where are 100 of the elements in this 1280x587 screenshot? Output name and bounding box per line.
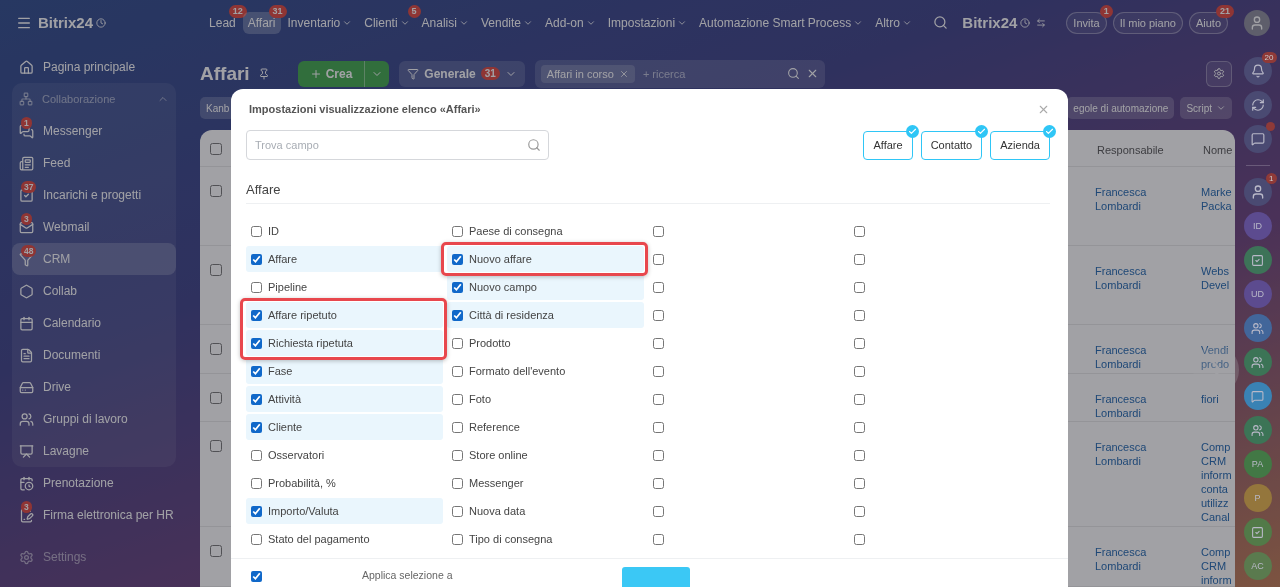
nav-tab[interactable]: Impostazioni: [602, 11, 693, 34]
responsible-link[interactable]: Francesca Lombardi: [1095, 185, 1201, 245]
field-checkbox[interactable]: [452, 365, 463, 377]
sidebar-item[interactable]: Documenti: [12, 339, 176, 371]
field-option[interactable]: Formato dell'evento: [447, 358, 644, 384]
field-checkbox[interactable]: [251, 477, 262, 489]
swap-icon[interactable]: [1036, 17, 1047, 28]
field-checkbox[interactable]: [854, 533, 865, 545]
task-avatar[interactable]: [1243, 518, 1272, 546]
field-checkbox[interactable]: [653, 225, 664, 237]
field-checkbox[interactable]: [854, 505, 865, 517]
column-header[interactable]: Responsabile: [1097, 143, 1203, 166]
field-checkbox[interactable]: [452, 533, 463, 545]
field-checkbox[interactable]: [452, 393, 463, 405]
nav-tab[interactable]: Automazione Smart Process: [694, 11, 869, 34]
deal-name-text[interactable]: Comp CRM inform conta utilizz Canal: [1201, 440, 1233, 524]
task-avatar[interactable]: [1243, 246, 1272, 274]
field-checkbox[interactable]: [452, 225, 463, 237]
contact-avatar[interactable]: PA: [1243, 450, 1272, 478]
entity-toggle[interactable]: Contatto: [920, 130, 983, 160]
field-checkbox[interactable]: [854, 393, 865, 405]
field-option[interactable]: Affare ripetuto: [246, 302, 443, 328]
notifications-button[interactable]: [1243, 57, 1272, 85]
group-avatar[interactable]: [1243, 416, 1272, 444]
field-search-input[interactable]: Trova campo: [246, 130, 549, 160]
field-option[interactable]: Nuovo affare: [447, 246, 644, 272]
entity-toggle[interactable]: Azienda: [990, 130, 1050, 160]
field-checkbox[interactable]: [854, 281, 865, 293]
close-icon[interactable]: [618, 68, 629, 79]
search-icon[interactable]: [933, 15, 949, 30]
field-option[interactable]: Tipo di consegna: [447, 526, 644, 552]
user-avatar[interactable]: [1244, 9, 1270, 36]
field-checkbox[interactable]: [854, 449, 865, 461]
field-checkbox[interactable]: [653, 337, 664, 349]
field-option[interactable]: Prodotto: [447, 330, 644, 356]
field-checkbox[interactable]: [251, 365, 262, 377]
sidebar-item[interactable]: Pagina principale: [12, 51, 176, 83]
sidebar-item[interactable]: Drive: [12, 371, 176, 403]
chat-button[interactable]: [1243, 125, 1272, 153]
field-checkbox[interactable]: [854, 337, 865, 349]
field-checkbox[interactable]: [854, 421, 865, 433]
row-checkbox[interactable]: [210, 392, 222, 404]
field-option[interactable]: Richiesta ripetuta: [246, 330, 443, 356]
field-checkbox[interactable]: [653, 449, 664, 461]
field-option[interactable]: Stato del pagamento: [246, 526, 443, 552]
field-checkbox[interactable]: [251, 225, 262, 237]
field-checkbox[interactable]: [251, 393, 262, 405]
field-option[interactable]: Foto: [447, 386, 644, 412]
field-option[interactable]: Probabilità, %: [246, 470, 443, 496]
select-all-checkbox[interactable]: [210, 143, 222, 155]
field-option[interactable]: Importo/Valuta: [246, 498, 443, 524]
deal-name-text[interactable]: fiori: [1201, 392, 1233, 406]
deal-name-text[interactable]: Comp CRM inform: [1201, 545, 1233, 587]
sidebar-item[interactable]: Lavagne: [12, 435, 176, 467]
deal-name-text[interactable]: Webs Devel: [1201, 264, 1233, 292]
row-checkbox[interactable]: [210, 185, 222, 197]
nav-tab[interactable]: Add-on: [540, 11, 601, 34]
responsible-link[interactable]: Francesca Lombardi: [1095, 343, 1201, 373]
field-option[interactable]: Nuovo campo: [447, 274, 644, 300]
field-checkbox[interactable]: [251, 253, 262, 265]
field-option[interactable]: ID: [246, 218, 443, 244]
row-checkbox[interactable]: [210, 264, 222, 276]
field-checkbox[interactable]: [452, 337, 463, 349]
field-checkbox[interactable]: [452, 449, 463, 461]
field-checkbox[interactable]: [854, 309, 865, 321]
contact-avatar[interactable]: UD: [1243, 280, 1272, 308]
field-option[interactable]: Affare: [246, 246, 443, 272]
row-checkbox[interactable]: [210, 545, 222, 557]
sidebar-item[interactable]: 37 Incarichi e progetti: [12, 179, 176, 211]
field-checkbox[interactable]: [251, 337, 262, 349]
deal-name-text[interactable]: Marke Packa: [1201, 185, 1233, 213]
search-icon[interactable]: [786, 67, 800, 80]
field-option[interactable]: Reference: [447, 414, 644, 440]
field-checkbox[interactable]: [854, 225, 865, 237]
field-checkbox[interactable]: [854, 365, 865, 377]
chat-avatar[interactable]: [1243, 382, 1272, 410]
field-option[interactable]: Osservatori: [246, 442, 443, 468]
column-header[interactable]: Nome: [1203, 143, 1235, 166]
responsible-link[interactable]: Francesca Lombardi: [1095, 392, 1201, 421]
field-option[interactable]: Nuova data: [447, 498, 644, 524]
field-option[interactable]: Fase: [246, 358, 443, 384]
row-checkbox[interactable]: [210, 440, 222, 452]
sidebar-item[interactable]: Prenotazione: [12, 467, 176, 499]
entity-toggle[interactable]: Affare: [863, 130, 913, 160]
field-checkbox[interactable]: [653, 393, 664, 405]
field-option[interactable]: Store online: [447, 442, 644, 468]
field-checkbox[interactable]: [452, 505, 463, 517]
sidebar-item[interactable]: 3 Firma elettronica per HR: [12, 499, 176, 531]
sidebar-item[interactable]: Collab: [12, 275, 176, 307]
group-avatar[interactable]: [1243, 314, 1272, 342]
field-checkbox[interactable]: [251, 533, 262, 545]
option-checkbox[interactable]: [251, 571, 262, 582]
field-checkbox[interactable]: [251, 449, 262, 461]
field-checkbox[interactable]: [251, 281, 262, 293]
field-checkbox[interactable]: [251, 421, 262, 433]
field-checkbox[interactable]: [452, 309, 463, 321]
sidebar-item[interactable]: 3 Webmail: [12, 211, 176, 243]
field-checkbox[interactable]: [452, 421, 463, 433]
field-option[interactable]: Paese di consegna: [447, 218, 644, 244]
responsible-link[interactable]: Francesca Lombardi: [1095, 264, 1201, 324]
